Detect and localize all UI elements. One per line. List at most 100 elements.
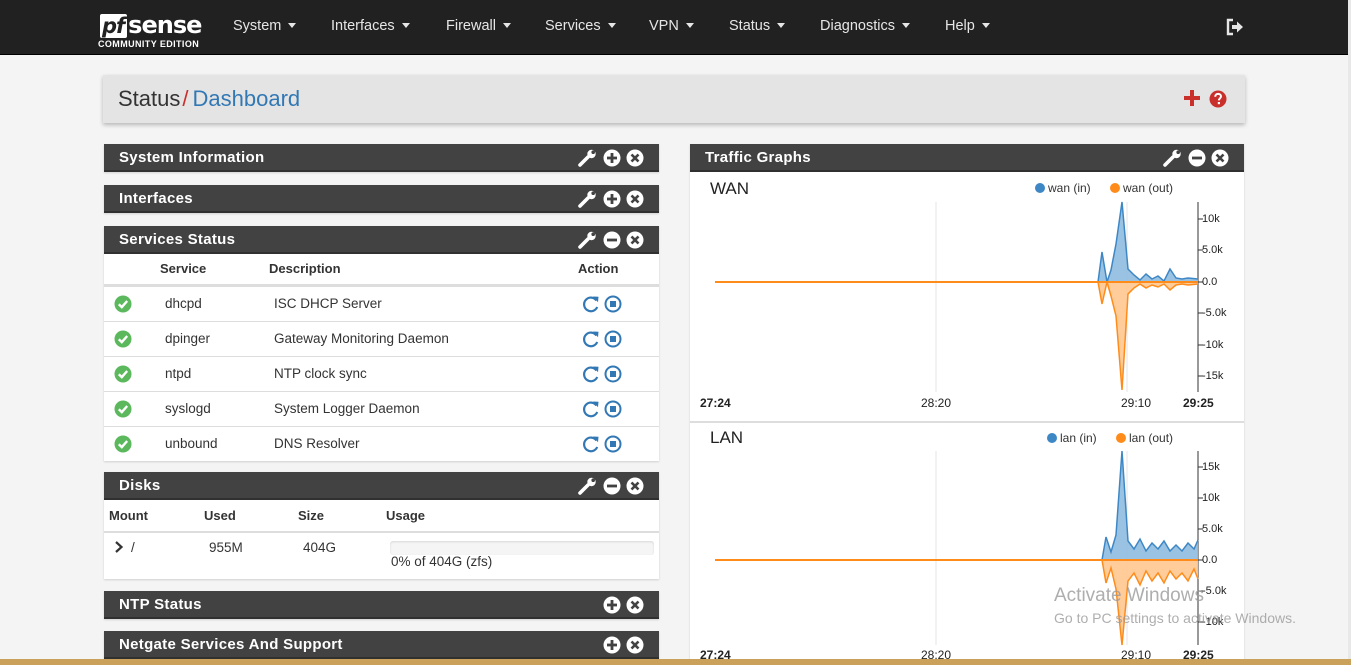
wrench-icon[interactable] [578, 477, 598, 495]
caret-down-icon [685, 22, 694, 28]
stop-icon[interactable] [604, 295, 622, 313]
caret-down-icon [401, 22, 410, 28]
close-circle-icon[interactable] [626, 477, 644, 495]
nav-status-label: Status [729, 18, 771, 34]
logo-sense: sense [128, 11, 202, 39]
stop-icon[interactable] [604, 400, 622, 418]
stop-icon[interactable] [604, 330, 622, 348]
edition-label: COMMUNITY EDITION [98, 39, 200, 49]
stop-icon[interactable] [604, 435, 622, 453]
close-circle-icon[interactable] [1211, 149, 1229, 167]
wan-out-area [1098, 282, 1198, 390]
close-circle-icon[interactable] [626, 231, 644, 249]
restart-icon[interactable] [582, 400, 600, 418]
y-tick-label: -10k [1202, 339, 1224, 351]
panel-controls [578, 231, 644, 249]
column-header-usage: Usage [386, 508, 426, 523]
panel-controls [1163, 149, 1229, 167]
pfsense-logo[interactable]: pf sense COMMUNITY EDITION [98, 8, 208, 50]
x-tick-label: 29:25 [1183, 396, 1214, 410]
close-circle-icon[interactable] [626, 149, 644, 167]
interfaces-widget: Interfaces [104, 185, 659, 213]
close-circle-icon[interactable] [626, 190, 644, 208]
nav-status[interactable]: Status [729, 18, 786, 34]
minus-circle-icon[interactable] [1188, 149, 1206, 167]
taskbar-edge [0, 659, 1351, 665]
caret-down-icon [288, 22, 297, 28]
nav-diagnostics[interactable]: Diagnostics [820, 18, 910, 34]
close-circle-icon[interactable] [626, 636, 644, 654]
nav-interfaces[interactable]: Interfaces [331, 18, 410, 34]
minus-circle-icon[interactable] [603, 231, 621, 249]
panel-title: Netgate Services And Support [119, 636, 343, 653]
check-circle-icon [114, 365, 132, 383]
service-name: ntpd [165, 366, 192, 381]
nav-firewall[interactable]: Firewall [446, 18, 511, 34]
breadcrumb-dashboard[interactable]: Dashboard [193, 86, 301, 111]
restart-icon[interactable] [582, 435, 600, 453]
y-tick-label: 15k [1202, 461, 1220, 473]
nav-help[interactable]: Help [945, 18, 990, 34]
check-circle-icon [114, 330, 132, 348]
panel-title: Traffic Graphs [705, 149, 811, 166]
logo-pf: pf [100, 14, 128, 38]
table-row: ntpd NTP clock sync [104, 356, 659, 391]
restart-icon[interactable] [582, 295, 600, 313]
plus-circle-icon[interactable] [603, 190, 621, 208]
wrench-icon[interactable] [578, 149, 598, 167]
y-tick-label: 0.0 [1202, 554, 1218, 566]
plus-circle-icon[interactable] [603, 596, 621, 614]
plus-circle-icon[interactable] [603, 636, 621, 654]
wrench-icon[interactable] [1163, 149, 1183, 167]
activation-watermark-text: Go to PC settings to activate Windows. [1054, 610, 1296, 626]
panel-heading: System Information [104, 144, 659, 172]
panel-heading: Disks [104, 472, 659, 500]
panel-heading: Netgate Services And Support [104, 631, 659, 659]
stop-icon[interactable] [604, 365, 622, 383]
restart-icon[interactable] [582, 365, 600, 383]
wrench-icon[interactable] [578, 231, 598, 249]
column-header-service: Service [160, 261, 207, 276]
plus-circle-icon[interactable] [603, 149, 621, 167]
service-description: Gateway Monitoring Daemon [274, 331, 449, 346]
wan-in-area [1098, 202, 1198, 282]
breadcrumb-status: Status [118, 86, 181, 111]
caret-down-icon [502, 22, 511, 28]
y-tick-label: -5.0k [1202, 585, 1227, 597]
disk-usage-progress [390, 541, 654, 555]
column-header-used: Used [204, 508, 236, 523]
add-widget-icon[interactable] [1182, 88, 1202, 108]
disk-mount: / [131, 540, 135, 555]
minus-circle-icon[interactable] [603, 477, 621, 495]
disk-used: 955M [209, 540, 243, 555]
close-circle-icon[interactable] [626, 596, 644, 614]
lan-in-area [1102, 451, 1198, 560]
restart-icon[interactable] [582, 330, 600, 348]
nav-system-label: System [233, 18, 282, 34]
check-circle-icon [114, 435, 132, 453]
logout-icon[interactable] [1225, 18, 1245, 36]
wan-traffic-chart [715, 201, 1203, 392]
y-tick-label: 5.0k [1202, 523, 1223, 535]
service-name: dhcpd [165, 296, 202, 311]
panel-title: Interfaces [119, 190, 193, 207]
nav-system[interactable]: System [233, 18, 297, 34]
wrench-icon[interactable] [578, 190, 598, 208]
chevron-right-icon[interactable] [114, 541, 124, 553]
system-information-widget: System Information [104, 144, 659, 172]
nav-services[interactable]: Services [545, 18, 616, 34]
help-icon[interactable] [1209, 90, 1227, 108]
check-circle-icon [114, 295, 132, 313]
lan-graph: LAN lan (in) lan (out) 15k 10k 5.0k 0.0 … [690, 423, 1244, 665]
wan-graph: WAN wan (in) wan (out) 10k 5.0k 0.0 -5.0… [690, 172, 1244, 422]
panel-controls [578, 149, 644, 167]
service-description: System Logger Daemon [274, 401, 420, 416]
activation-watermark-title: Activate Windows [1054, 585, 1204, 606]
lan-traffic-chart [715, 450, 1203, 646]
table-row: unbound DNS Resolver [104, 426, 659, 461]
service-description: ISC DHCP Server [274, 296, 382, 311]
nav-vpn[interactable]: VPN [649, 18, 694, 34]
panel-title: Services Status [119, 231, 236, 248]
panel-heading: Traffic Graphs [690, 144, 1244, 172]
y-tick-label: 5.0k [1202, 244, 1223, 256]
